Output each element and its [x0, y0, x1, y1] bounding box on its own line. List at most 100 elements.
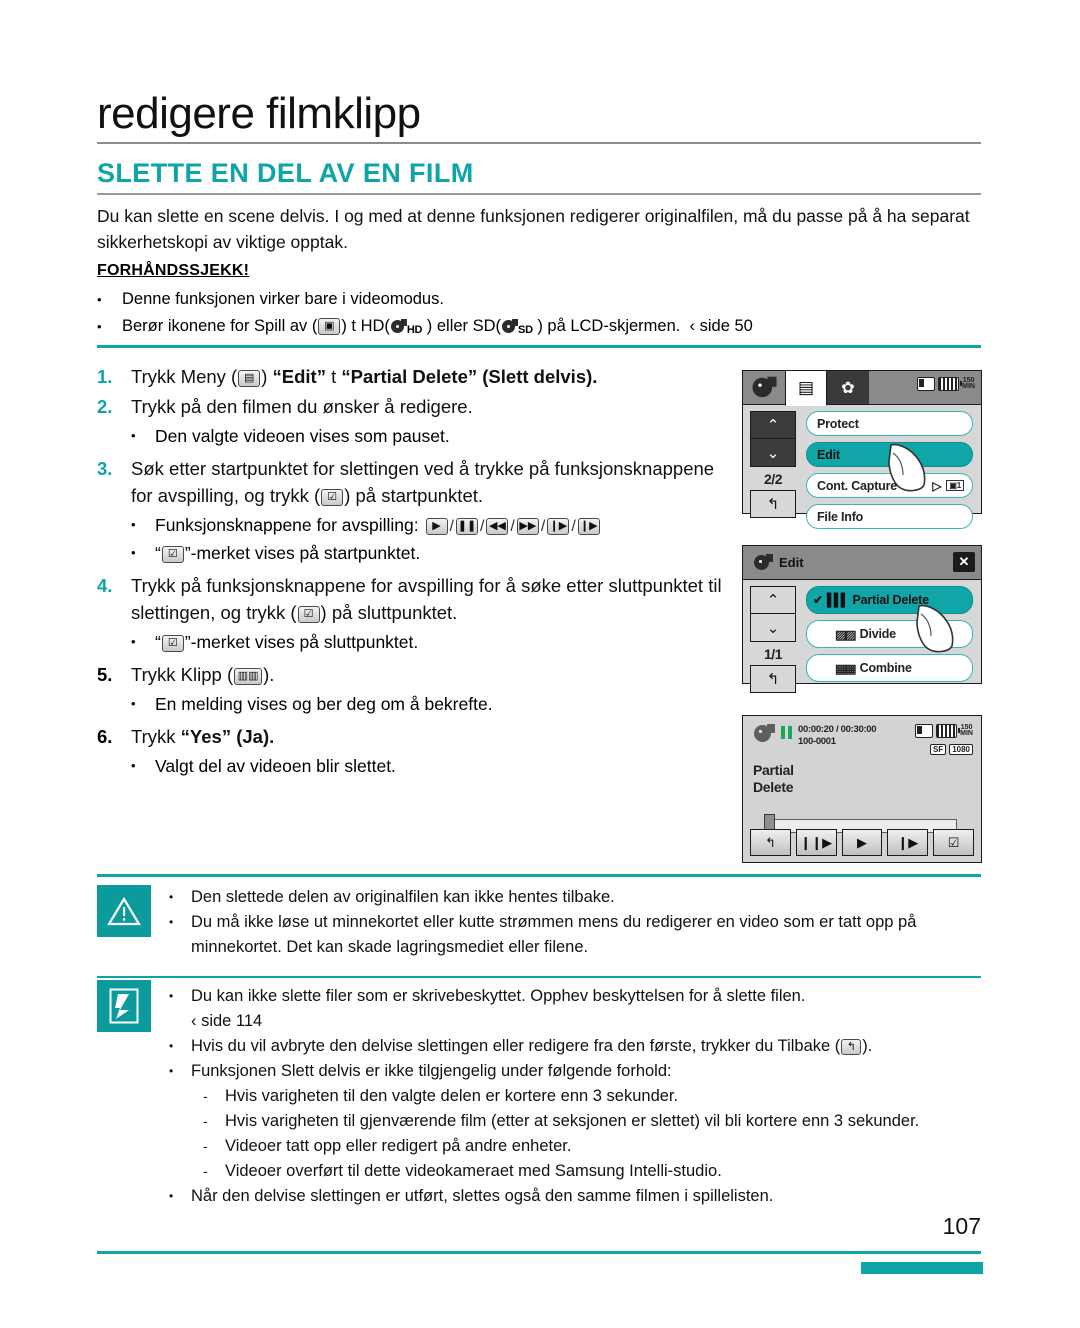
- slow-play-icon: ❙▶: [547, 518, 570, 535]
- precheck-heading: FORHÅNDSSJEKK!: [97, 262, 250, 279]
- film-reel-icon: [751, 376, 777, 399]
- note-item-2: • Hvis du vil avbryte den delvise sletti…: [169, 1034, 981, 1059]
- note-box: • Du kan ikke slette filer som er skrive…: [97, 978, 981, 1209]
- page-indicator: 1/1: [764, 646, 782, 662]
- play-button[interactable]: ▶: [841, 829, 883, 856]
- step-4: 4. Trykk på funksjonsknappene for avspil…: [97, 572, 737, 626]
- menu-item-protect[interactable]: Protect: [806, 411, 973, 436]
- note-hand-icon: [97, 980, 151, 1032]
- pause-icon: ❚❚: [455, 518, 478, 535]
- menu-item-edit[interactable]: Edit: [806, 442, 973, 467]
- bullet-icon: •: [169, 1039, 174, 1053]
- menu-item-cont-capture[interactable]: Cont. Capture ▷ ▣1: [806, 473, 973, 498]
- scroll-up-button[interactable]: ⌃: [750, 411, 796, 439]
- bullet-icon: •: [97, 292, 102, 307]
- tab-edit[interactable]: ▤: [785, 371, 827, 406]
- back-button[interactable]: ↰: [750, 490, 796, 518]
- step-3-text: Søk etter startpunktet for slettingen ve…: [131, 458, 715, 506]
- step-6-text: Trykk “Yes” (Ja).: [131, 726, 275, 747]
- precheck-divider: [97, 345, 981, 348]
- note-subitem-1: - Hvis varigheten til den valgte delen e…: [203, 1084, 981, 1109]
- memory-card-icon: [915, 724, 934, 738]
- page-reference: ‹ side 114: [191, 1012, 263, 1030]
- scroll-up-button[interactable]: ⌃: [750, 586, 796, 614]
- lcd-menu-body: ⌃ ⌄ 2/2 ↰ Protect Edit Cont. Capture ▷ ▣…: [743, 405, 981, 529]
- back-button[interactable]: ↰: [750, 665, 796, 693]
- step-6-sub-1: • Valgt del av videoen blir slettet.: [131, 753, 737, 779]
- battery-icon: [936, 724, 961, 738]
- menu-item-combine[interactable]: ▦▦ Combine: [806, 654, 973, 682]
- bullet-icon: •: [169, 989, 174, 1003]
- resolution-icon: 1080: [949, 744, 973, 755]
- section-divider: [97, 193, 981, 195]
- lcd-nav-column: ⌃ ⌄ 1/1 ↰: [750, 586, 796, 693]
- footer-divider: [97, 1251, 981, 1254]
- footer-accent-bar: [861, 1262, 983, 1274]
- frame-reverse-button[interactable]: ❙❙▶: [795, 829, 837, 856]
- step-2-number: 2.: [97, 396, 113, 417]
- bullet-icon: •: [131, 758, 136, 773]
- bullet-icon: •: [131, 517, 136, 532]
- lcd-edit-titlebar: Edit ✕: [743, 546, 981, 580]
- dash-icon: -: [203, 1138, 208, 1154]
- caution-item-1: • Den slettede delen av originalfilen ka…: [169, 885, 981, 910]
- precheck-list: • Denne funksjonen virker bare i videomo…: [97, 286, 987, 344]
- play-icon: ▶: [425, 518, 448, 535]
- frame-forward-button[interactable]: ❙▶: [887, 829, 929, 856]
- cont-capture-controls: ▷ ▣1: [932, 479, 964, 493]
- step-3: 3. Søk etter startpunktet for slettingen…: [97, 455, 737, 509]
- tab-playback[interactable]: [743, 371, 785, 404]
- film-reel-icon: [753, 554, 773, 571]
- note-subitem-4: - Videoer overført til dette videokamera…: [203, 1159, 981, 1184]
- back-button[interactable]: ↰: [750, 829, 791, 856]
- intro-paragraph: Du kan slette en scene delvis. I og med …: [97, 206, 970, 252]
- step-1-text: Trykk Meny (▤) “Edit” t “Partial Delete”…: [131, 366, 598, 387]
- note-item-3: • Funksjonen Slett delvis er ikke tilgje…: [169, 1059, 981, 1084]
- mark-point-button[interactable]: ☑: [933, 829, 974, 856]
- film-reel-icon: [390, 319, 407, 334]
- play-icon: ▣: [318, 318, 341, 335]
- mark-icon: ☑: [297, 606, 320, 623]
- caution-item-2: • Du må ikke løse ut minnekortet eller k…: [169, 910, 981, 960]
- memory-card-icon: [917, 377, 936, 391]
- note-subitem-2: - Hvis varigheten til gjenværende film (…: [203, 1109, 981, 1134]
- page-title: redigere filmklipp: [97, 89, 421, 138]
- gear-icon: ✿: [841, 379, 855, 397]
- step-3-sub-1: • Funksjonsknappene for avspilling: ▶ / ❚❚…: [131, 512, 737, 540]
- tab-settings[interactable]: ✿: [827, 371, 869, 404]
- note-item-4: • Når den delvise slettingen er utført, …: [169, 1184, 981, 1209]
- bullet-icon: •: [169, 1064, 174, 1078]
- menu-item-partial-delete[interactable]: ✔ ▌▌▌ Partial Delete: [806, 586, 973, 614]
- lcd-menu-screen: ▤ ✿ 150 MIN ⌃ ⌄ 2/2 ↰ Protect Edit Cont.…: [742, 370, 982, 529]
- step-1-number: 1.: [97, 366, 113, 387]
- menu-item-divide[interactable]: ▨▨ Divide: [806, 620, 973, 648]
- chevron-right-icon[interactable]: ▷: [932, 479, 941, 493]
- pages-icon: ▤: [797, 377, 815, 397]
- playback-timecode-block: 00:00:20 / 00:30:00 100-0001: [798, 724, 877, 748]
- lcd-menu-tabbar: ▤ ✿ 150 MIN: [743, 371, 981, 406]
- note-item-1: • Du kan ikke slette filer som er skrive…: [169, 984, 981, 1034]
- close-icon[interactable]: ✕: [953, 552, 975, 572]
- note-subitem-3: - Videoer tatt opp eller redigert på and…: [203, 1134, 981, 1159]
- caution-list: • Den slettede delen av originalfilen ka…: [169, 877, 981, 960]
- manual-page: redigere filmklipp SLETTE EN DEL AV EN F…: [0, 0, 1080, 1328]
- bullet-icon: •: [97, 319, 102, 334]
- lcd-playback-body: 00:00:20 / 00:30:00 100-0001 150 MIN SF …: [743, 716, 981, 862]
- steps-list: 1. Trykk Meny (▤) “Edit” t “Partial Dele…: [97, 363, 737, 779]
- recording-time-remaining: 150 MIN: [962, 377, 975, 390]
- bullet-icon: •: [169, 914, 174, 929]
- dash-icon: -: [203, 1088, 208, 1104]
- menu-item-file-info[interactable]: File Info: [806, 504, 973, 529]
- step-2-text: Trykk på den filmen du ønsker å redigere…: [131, 396, 473, 417]
- scroll-down-button[interactable]: ⌄: [750, 439, 796, 467]
- quality-icon: SF: [929, 744, 947, 755]
- dash-icon: -: [203, 1163, 208, 1179]
- bullet-icon: •: [131, 545, 136, 560]
- note-item-3-sublist: - Hvis varigheten til den valgte delen e…: [203, 1084, 981, 1184]
- step-6: 6. Trykk “Yes” (Ja).: [97, 723, 737, 750]
- file-number: 100-0001: [798, 736, 836, 747]
- pause-indicator-icon: [781, 726, 792, 739]
- lcd-nav-column: ⌃ ⌄ 2/2 ↰: [750, 411, 796, 518]
- scroll-down-button[interactable]: ⌄: [750, 614, 796, 642]
- step-2-sub-1: • Den valgte videoen vises som pauset.: [131, 423, 737, 449]
